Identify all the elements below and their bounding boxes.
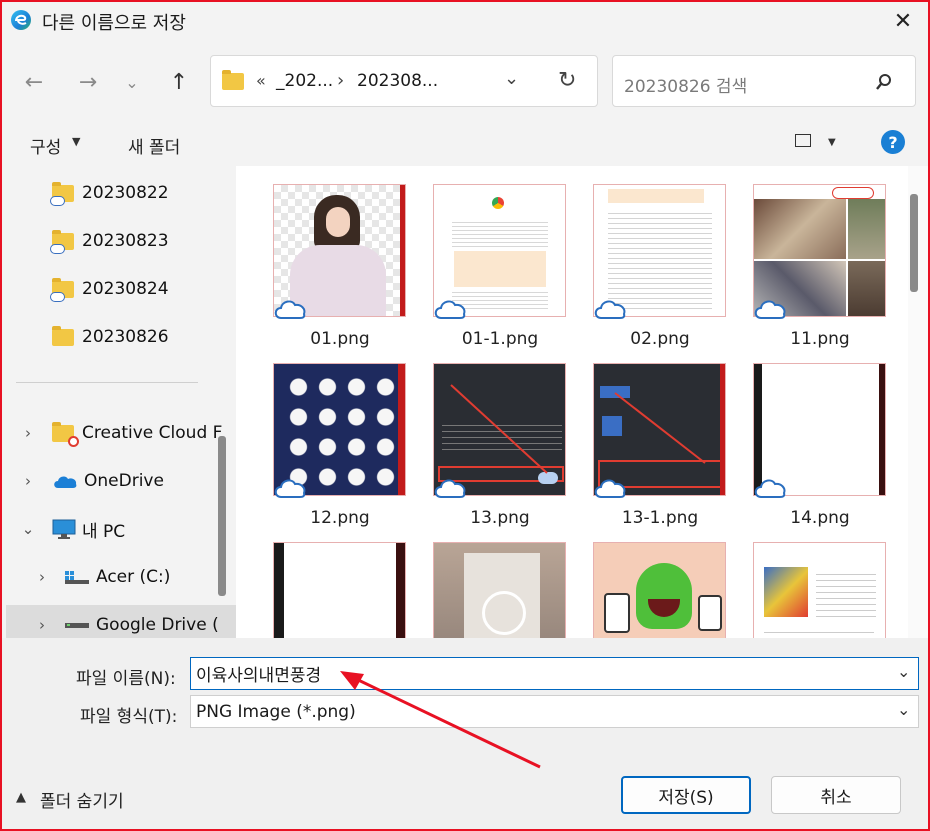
nav-divider bbox=[16, 382, 198, 383]
new-folder-button[interactable]: 새 폴더 bbox=[128, 133, 180, 158]
nav-item-label: 20230823 bbox=[82, 231, 169, 251]
nav-item-label: Google Drive ( bbox=[96, 615, 219, 635]
nav-item-label: Acer (C:) bbox=[96, 567, 171, 587]
nav-item-label: 20230826 bbox=[82, 327, 169, 347]
nav-scrollbar-thumb[interactable] bbox=[218, 436, 226, 596]
file-list-scrollbar[interactable] bbox=[908, 166, 928, 638]
file-thumbnail[interactable] bbox=[273, 542, 406, 638]
nav-item-label: OneDrive bbox=[84, 471, 164, 491]
cloud-sync-icon bbox=[434, 300, 466, 319]
filetype-label: 파일 형식(T): bbox=[80, 707, 178, 727]
organize-button[interactable]: 구성 bbox=[30, 133, 61, 158]
edge-icon bbox=[11, 10, 31, 30]
search-input[interactable]: 20230826 검색 bbox=[624, 72, 747, 97]
file-thumbnail[interactable] bbox=[593, 542, 726, 638]
help-icon[interactable]: ? bbox=[881, 130, 905, 154]
chevron-right-icon[interactable]: › bbox=[32, 616, 52, 634]
breadcrumb-item[interactable]: _202... bbox=[276, 71, 333, 91]
chevron-up-icon[interactable]: ▲ bbox=[16, 790, 26, 805]
filetype-select[interactable]: PNG Image (*.png) bbox=[190, 695, 919, 728]
cloud-sync-icon bbox=[754, 479, 786, 498]
file-name[interactable]: 01.png bbox=[260, 329, 420, 349]
nav-folder-item[interactable]: 20230826 bbox=[52, 317, 169, 357]
nav-item-google-drive[interactable]: › Google Drive ( bbox=[6, 605, 236, 638]
nav-item-onedrive[interactable]: › OneDrive bbox=[18, 461, 164, 501]
up-arrow-icon[interactable]: ↑ bbox=[161, 64, 197, 100]
filetype-dropdown-chevron-icon[interactable]: ⌄ bbox=[897, 700, 910, 719]
save-button[interactable]: 저장(S) bbox=[621, 776, 751, 814]
view-dropdown-icon[interactable]: ▼ bbox=[828, 137, 836, 148]
creative-cloud-folder-icon bbox=[52, 421, 79, 447]
nav-item-this-pc[interactable]: ⌄ 내 PC bbox=[18, 509, 125, 549]
file-thumbnail[interactable] bbox=[753, 542, 886, 638]
file-name[interactable]: 12.png bbox=[260, 508, 420, 528]
hide-folders-toggle[interactable]: 폴더 숨기기 bbox=[40, 787, 124, 812]
search-icon[interactable] bbox=[874, 72, 894, 92]
monitor-icon bbox=[52, 519, 76, 539]
file-name[interactable]: 14.png bbox=[740, 508, 900, 528]
filename-input[interactable]: 이육사의내면풍경 bbox=[190, 657, 919, 690]
file-name[interactable]: 01-1.png bbox=[420, 329, 580, 349]
breadcrumb-separator: › bbox=[337, 70, 345, 91]
drive-icon bbox=[65, 623, 89, 628]
filename-label: 파일 이름(N): bbox=[76, 669, 176, 689]
file-list: 01.png 01-1.png 02.png 11.png 12.png 13.… bbox=[236, 166, 908, 638]
folder-icon bbox=[50, 277, 74, 302]
chevron-right-icon[interactable]: › bbox=[32, 568, 52, 586]
file-thumbnail[interactable] bbox=[433, 542, 566, 638]
file-name[interactable]: 11.png bbox=[740, 329, 900, 349]
cloud-sync-icon bbox=[274, 300, 306, 319]
nav-item-label: 20230822 bbox=[82, 183, 169, 203]
annotation-line bbox=[450, 384, 548, 474]
forward-arrow-icon[interactable]: → bbox=[70, 64, 106, 100]
filename-dropdown-chevron-icon[interactable]: ⌄ bbox=[897, 662, 910, 681]
nav-item-drive-c[interactable]: › Acer (C:) bbox=[32, 557, 170, 597]
organize-dropdown-icon[interactable]: ▼ bbox=[72, 135, 80, 148]
breadcrumb-item[interactable]: 202308... bbox=[357, 71, 438, 91]
close-icon[interactable]: ✕ bbox=[880, 4, 926, 38]
file-name[interactable]: 02.png bbox=[580, 329, 740, 349]
cloud-icon bbox=[50, 195, 65, 206]
folder-icon bbox=[50, 181, 74, 206]
nav-item-creative-cloud[interactable]: › Creative Cloud F bbox=[18, 413, 222, 453]
cloud-icon bbox=[50, 243, 65, 254]
file-name[interactable]: 13.png bbox=[420, 508, 580, 528]
onedrive-cloud-icon bbox=[54, 476, 77, 488]
cloud-sync-icon bbox=[754, 300, 786, 319]
chevron-right-icon[interactable]: › bbox=[18, 424, 38, 442]
refresh-icon[interactable]: ↻ bbox=[558, 68, 576, 93]
address-dropdown-chevron-icon[interactable]: ⌄ bbox=[504, 68, 519, 89]
file-name[interactable]: 13-1.png bbox=[580, 508, 740, 528]
annotation-arrow bbox=[340, 671, 541, 769]
nav-folder-item[interactable]: 20230824 bbox=[50, 269, 169, 309]
breadcrumb-overflow[interactable]: « bbox=[256, 71, 266, 90]
cancel-button[interactable]: 취소 bbox=[771, 776, 901, 814]
view-options-icon[interactable] bbox=[795, 134, 811, 147]
navigation-pane: 20230822 20230823 20230824 20230826 › Cr… bbox=[2, 166, 236, 638]
folder-icon bbox=[52, 325, 74, 346]
back-arrow-icon[interactable]: ← bbox=[16, 64, 52, 100]
annotation-line bbox=[614, 392, 706, 464]
cloud-sync-icon bbox=[594, 300, 626, 319]
chevron-right-icon[interactable]: › bbox=[18, 472, 38, 490]
cloud-sync-icon bbox=[274, 479, 306, 498]
filename-value: 이육사의내면풍경 bbox=[196, 666, 322, 686]
folder-icon bbox=[50, 229, 74, 254]
windows-drive-icon bbox=[65, 571, 89, 584]
folder-icon bbox=[222, 70, 244, 90]
dialog-title: 다른 이름으로 저장 bbox=[42, 13, 186, 34]
chevron-down-icon[interactable]: ⌄ bbox=[18, 520, 38, 538]
recent-locations-chevron-icon[interactable]: ⌄ bbox=[114, 64, 150, 100]
nav-item-label: 20230824 bbox=[82, 279, 169, 299]
scrollbar-thumb[interactable] bbox=[910, 194, 918, 292]
nav-folder-item[interactable]: 20230823 bbox=[50, 221, 169, 261]
nav-item-label: 내 PC bbox=[82, 521, 126, 542]
cloud-icon bbox=[50, 291, 65, 302]
nav-item-label: Creative Cloud F bbox=[82, 423, 223, 443]
nav-folder-item[interactable]: 20230822 bbox=[50, 173, 169, 213]
